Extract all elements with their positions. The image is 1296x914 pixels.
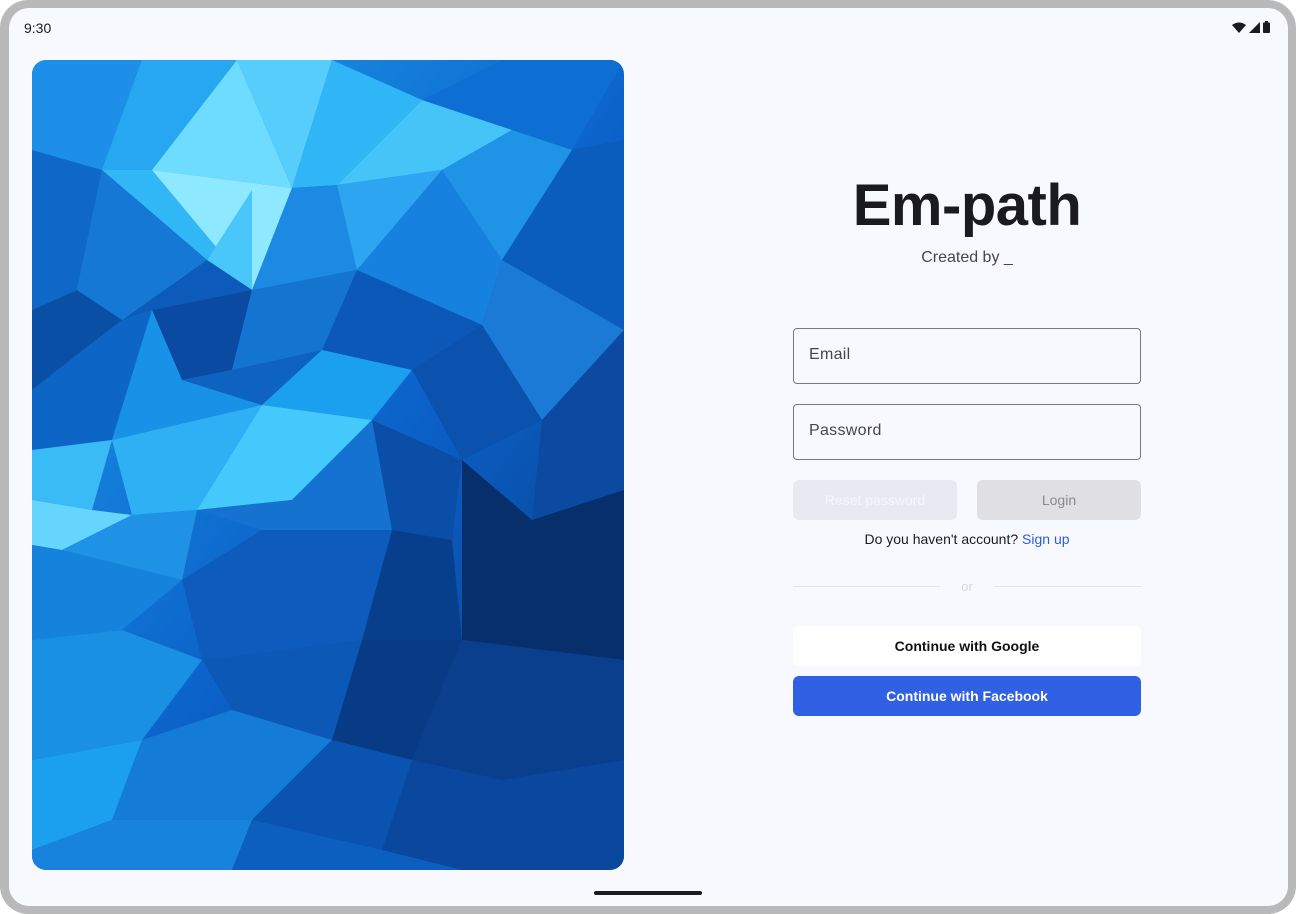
divider-left [793, 586, 940, 587]
password-input[interactable] [794, 405, 1134, 457]
signup-prompt-row: Do you haven't account? Sign up [793, 531, 1141, 547]
battery-icon [1263, 21, 1270, 33]
facebook-login-button[interactable]: Continue with Facebook [793, 676, 1141, 716]
navigation-handle[interactable] [594, 891, 702, 895]
app-subtitle: Created by _ [921, 249, 1013, 266]
signup-link[interactable]: Sign up [1022, 531, 1069, 547]
status-time: 9:30 [24, 20, 52, 36]
device-frame: 9:30 Em-path Created by _ Email Reset pa… [0, 0, 1296, 914]
password-field[interactable] [793, 404, 1141, 460]
hero-image [32, 60, 624, 870]
login-button[interactable]: Login [977, 480, 1141, 520]
reset-password-button[interactable]: Reset password [793, 480, 957, 520]
wifi-icon [1232, 22, 1246, 33]
signal-icon [1249, 21, 1260, 33]
divider-label: or [961, 579, 973, 594]
app-title: Em-path [852, 173, 1082, 238]
email-field[interactable] [793, 328, 1141, 384]
email-input[interactable] [794, 329, 1134, 381]
screen: 9:30 Em-path Created by _ Email Reset pa… [9, 8, 1288, 906]
signup-prompt: Do you haven't account? [864, 531, 1019, 547]
status-icons [1232, 21, 1270, 33]
divider-right [994, 586, 1141, 587]
google-login-button[interactable]: Continue with Google [793, 626, 1141, 666]
